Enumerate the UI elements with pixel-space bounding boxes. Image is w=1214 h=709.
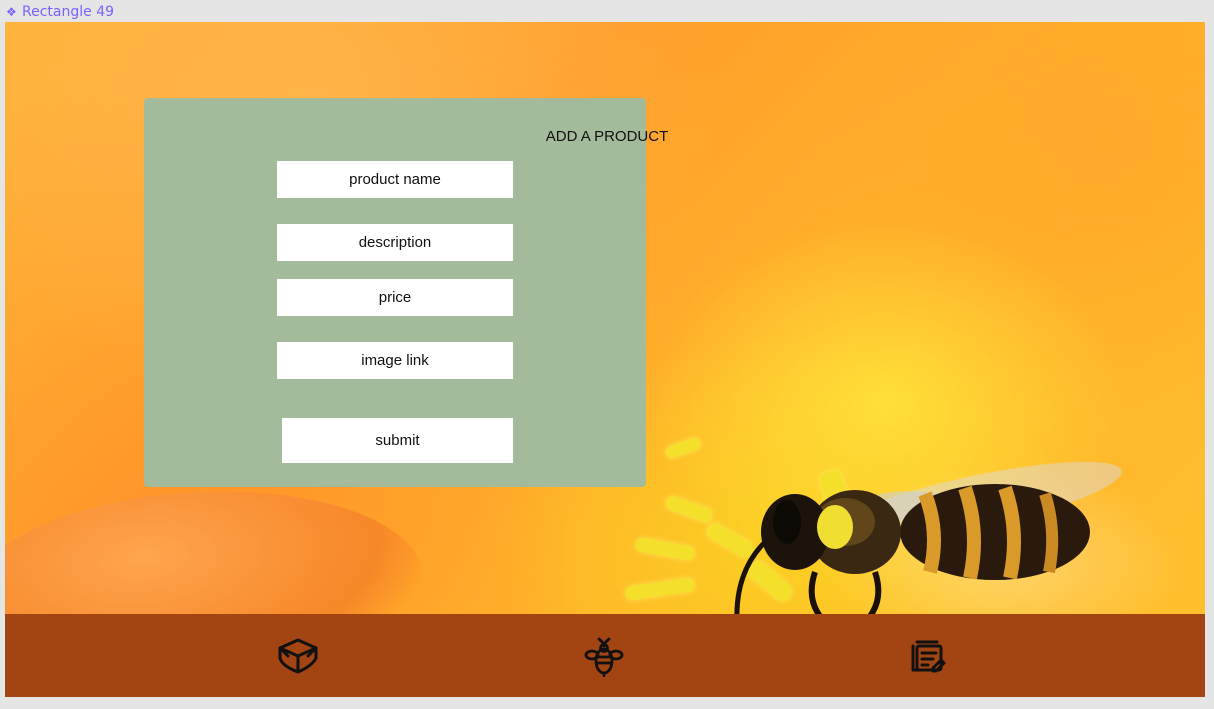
- nav-item-home[interactable]: [582, 634, 626, 678]
- image-link-input[interactable]: [277, 342, 513, 379]
- nav-item-products[interactable]: [276, 634, 320, 678]
- product-name-input[interactable]: [277, 161, 513, 198]
- open-box-icon: [278, 638, 318, 674]
- petal-decoration: [5, 468, 435, 614]
- stamen-decoration: [624, 577, 696, 601]
- stamen-decoration: [634, 536, 696, 562]
- frame-label-text: Rectangle 49: [22, 4, 115, 20]
- stamen-decoration: [664, 436, 702, 460]
- form-title: ADD A PRODUCT: [545, 128, 669, 145]
- description-input[interactable]: [277, 224, 513, 261]
- bee-icon: [584, 637, 624, 677]
- notes-edit-icon: [911, 640, 946, 673]
- bee-photo: [734, 461, 1122, 614]
- bottom-nav-bar: [5, 614, 1205, 697]
- form-title-row: ADD A PRODUCT: [0, 128, 1214, 146]
- submit-button[interactable]: submit: [282, 418, 513, 463]
- nav-item-orders[interactable]: [906, 634, 950, 678]
- frame-label: ❖ Rectangle 49: [6, 3, 114, 21]
- price-input[interactable]: [277, 279, 513, 316]
- component-diamond-icon: ❖: [6, 5, 17, 19]
- stamen-decoration: [664, 494, 714, 524]
